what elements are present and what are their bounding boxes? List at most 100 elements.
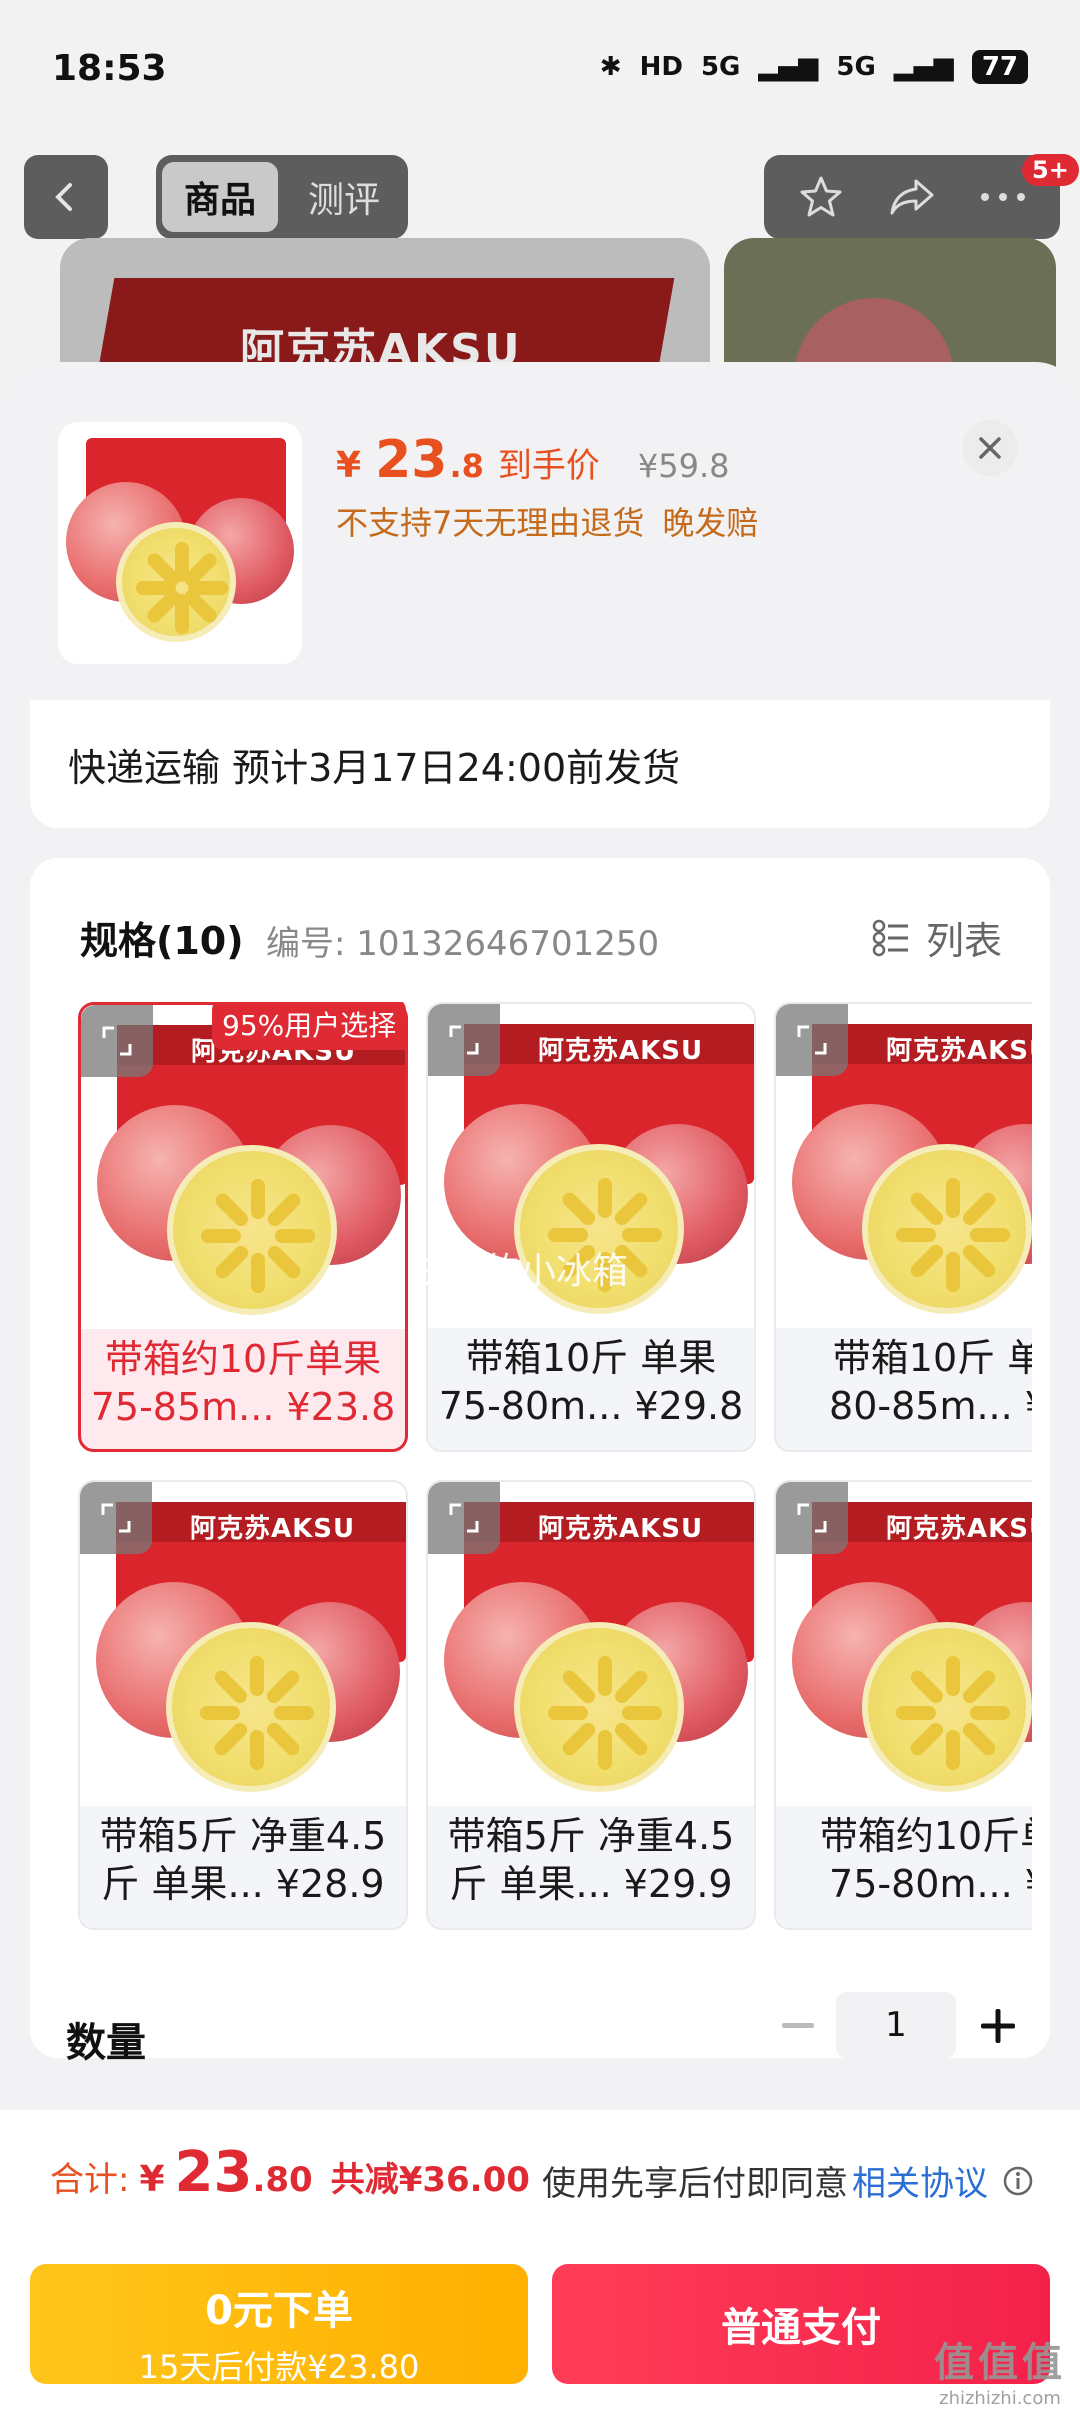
apple-seed-art: [201, 1229, 241, 1243]
share-icon[interactable]: [886, 173, 938, 221]
site-watermark-logo: 值值值 zhizhizhi.com: [934, 2330, 1066, 2409]
spec-option[interactable]: 阿克苏AKSU 带箱约10斤单 75-80m... ¥: [774, 1480, 1032, 1930]
quantity-label: 数量: [66, 2020, 146, 2066]
apple-seed-art: [211, 1667, 250, 1706]
price-line: ¥ 23 .8 到手价 ¥59.8: [336, 430, 729, 490]
apple-seed-art: [264, 1720, 303, 1759]
apple-seed-art: [907, 1720, 946, 1759]
expand-icon[interactable]: [776, 1004, 848, 1076]
more-icon[interactable]: [979, 191, 1027, 203]
price-tag-label: 到手价: [497, 446, 600, 486]
status-time: 18:53: [52, 48, 167, 89]
nav-actions: [764, 155, 1060, 239]
quantity-value[interactable]: 1: [836, 1992, 956, 2058]
apple-seed-art: [264, 1667, 303, 1706]
apple-seed-art: [211, 1720, 250, 1759]
apple-seed-art: [960, 1189, 999, 1228]
tab-product[interactable]: 商品: [162, 162, 278, 232]
expand-corner-icon: [449, 1503, 479, 1533]
spec-option[interactable]: 阿克苏AKSU 带箱10斤 单果 75-80m... ¥29.8: [426, 1002, 756, 1452]
tab-review[interactable]: 测评: [286, 162, 402, 232]
no-return-promise: 不支持7天无理由退货: [336, 504, 645, 542]
late-ship-compensation: 晚发赔: [662, 504, 759, 542]
expand-icon[interactable]: [776, 1482, 848, 1554]
hd-icon: HD: [639, 52, 683, 82]
spec-option-line1: 带箱10斤 单: [832, 1336, 1032, 1380]
site-watermark-url: zhizhizhi.com: [939, 2388, 1061, 2409]
box-label: 阿克苏AKSU: [190, 1514, 356, 1544]
close-icon: [979, 437, 1001, 459]
spec-option-line1: 带箱约10斤单: [819, 1814, 1032, 1858]
spec-option[interactable]: 阿克苏AKSU 带箱10斤 单 80-85m... ¥: [774, 1002, 1032, 1452]
signal-5g-icon: 5G: [700, 52, 741, 82]
list-view-label: 列表: [925, 919, 1002, 963]
original-price: ¥59.8: [637, 447, 730, 485]
spec-option-text: 带箱10斤 单果 75-80m... ¥29.8: [428, 1334, 754, 1430]
signal-bars-icon: ▂▄▆: [758, 52, 819, 82]
apple-seed-art: [274, 1706, 314, 1720]
signal-bars-icon-2: ▂▄▆: [893, 52, 954, 82]
service-promises: 不支持7天无理由退货 晚发赔: [336, 498, 758, 544]
box-label: 阿克苏AKSU: [538, 1036, 704, 1066]
info-icon[interactable]: [1002, 2165, 1034, 2197]
apple-seed-art: [612, 1667, 651, 1706]
box-label: 阿克苏AKSU: [538, 1514, 704, 1544]
expand-icon[interactable]: [428, 1482, 500, 1554]
quantity-decrease-button[interactable]: [770, 1998, 826, 2054]
quantity-increase-button[interactable]: [970, 1998, 1026, 2054]
total-summary: 合计: ¥ 23 .80 共减¥36.00: [50, 2140, 530, 2205]
popular-badge: 95%用户选择: [212, 1002, 407, 1050]
price-decimal: .8: [449, 447, 484, 485]
spec-option-line2: 75-85m... ¥23.8: [90, 1385, 396, 1429]
spec-option[interactable]: 阿克苏AKSU 带箱约10斤单果 75-85m... ¥23.8: [78, 1002, 408, 1452]
site-watermark-big: 值值值: [934, 2340, 1066, 2386]
apple-seed-art: [907, 1242, 946, 1281]
apple-seed-art: [612, 1189, 651, 1228]
apple-seed-art: [622, 1228, 662, 1242]
spec-grid: 阿克苏AKSU 带箱约10斤单果 75-85m... ¥23.8 95%用户选择…: [78, 1002, 1032, 1940]
battery-icon: 77: [971, 50, 1028, 84]
close-button[interactable]: [962, 420, 1018, 476]
star-icon[interactable]: [797, 173, 845, 221]
spec-option[interactable]: 阿克苏AKSU 带箱5斤 净重4.5 斤 单果... ¥28.9: [78, 1480, 408, 1930]
back-button[interactable]: [24, 155, 108, 239]
spec-option-text: 带箱约10斤单果 75-85m... ¥23.8: [81, 1335, 405, 1431]
apple-slice-art: [167, 1145, 337, 1315]
apple-seed-art: [548, 1228, 588, 1242]
total-decimal: .80: [252, 2160, 313, 2200]
list-view-toggle[interactable]: 列表: [872, 910, 1002, 965]
total-discount: 共减¥36.00: [330, 2160, 530, 2200]
apple-seed-art: [212, 1190, 251, 1229]
apple-seed-art: [960, 1667, 999, 1706]
apple-seed-art: [960, 1242, 999, 1281]
spec-card: 规格(10) 编号: 10132646701250 列表 阿克苏AKSU 带箱约…: [30, 858, 1050, 2058]
spec-option-text: 带箱10斤 单 80-85m... ¥: [776, 1334, 1032, 1430]
apple-seed-art: [251, 1179, 265, 1219]
price-integer: 23: [375, 430, 448, 490]
expand-icon[interactable]: [81, 1005, 153, 1077]
status-icons: ✱ HD 5G ▂▄▆ 5G ▂▄▆ 77: [600, 50, 1028, 84]
agreement-link[interactable]: 相关协议: [852, 2156, 988, 2205]
spec-option-line1: 带箱5斤 净重4.5: [447, 1814, 735, 1858]
expand-icon[interactable]: [80, 1482, 152, 1554]
expand-corner-icon: [102, 1026, 132, 1056]
apple-seed-art: [896, 1706, 936, 1720]
spec-option[interactable]: 阿克苏AKSU 带箱5斤 净重4.5 斤 单果... ¥29.9: [426, 1480, 756, 1930]
apple-seed-art: [612, 1720, 651, 1759]
total-label: 合计:: [50, 2160, 130, 2200]
plus-icon: [981, 2009, 1015, 2043]
expand-corner-icon: [797, 1025, 827, 1055]
message-badge: 5+: [1022, 154, 1079, 186]
selected-product-thumbnail[interactable]: [58, 422, 302, 664]
spec-option-text: 带箱5斤 净重4.5 斤 单果... ¥29.9: [428, 1812, 754, 1908]
apple-slice-art: [166, 1622, 336, 1792]
action-buttons: 0元下单 15天后付款¥23.80 普通支付: [0, 2244, 1080, 2412]
status-bar: 18:53 ✱ HD 5G ▂▄▆ 5G ▂▄▆ 77: [0, 0, 1080, 140]
expand-icon[interactable]: [428, 1004, 500, 1076]
pay-later-main-label: 0元下单: [205, 2288, 353, 2334]
pay-later-button[interactable]: 0元下单 15天后付款¥23.80: [30, 2264, 528, 2386]
expand-corner-icon: [101, 1503, 131, 1533]
apple-seed-art: [598, 1656, 612, 1696]
bluetooth-icon: ✱: [599, 52, 622, 82]
total-bar: 合计: ¥ 23 .80 共减¥36.00 使用先享后付即同意 相关协议: [0, 2110, 1080, 2244]
